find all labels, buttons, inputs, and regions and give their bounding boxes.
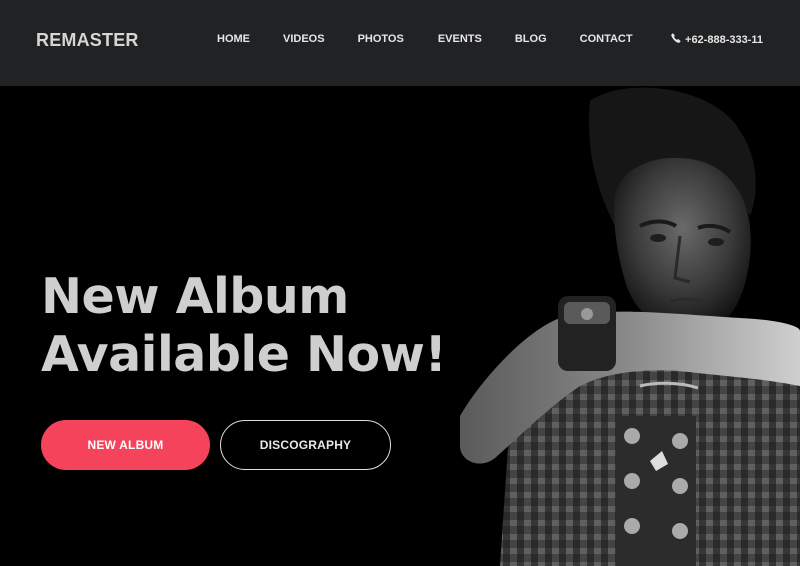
nav-item-events[interactable]: EVENTS xyxy=(438,33,482,45)
nav-item-photos[interactable]: PHOTOS xyxy=(358,33,404,45)
nav-item-blog[interactable]: BLOG xyxy=(515,33,547,45)
site-header: REMASTER HOME VIDEOS PHOTOS EVENTS BLOG … xyxy=(0,0,800,86)
phone-number: +62-888-333-11 xyxy=(685,33,763,46)
site-logo[interactable]: REMASTER xyxy=(36,30,139,51)
main-nav: HOME VIDEOS PHOTOS EVENTS BLOG CONTACT xyxy=(217,33,633,45)
phone-icon xyxy=(671,33,681,46)
discography-button[interactable]: DISCOGRAPHY xyxy=(220,420,391,470)
nav-item-contact[interactable]: CONTACT xyxy=(580,33,633,45)
new-album-button[interactable]: NEW ALBUM xyxy=(41,420,210,470)
headline-line-2: Available Now! xyxy=(41,326,447,383)
hero-section: New Album Available Now! NEW ALBUM DISCO… xyxy=(0,86,800,566)
hero-photo xyxy=(440,86,800,566)
nav-item-videos[interactable]: VIDEOS xyxy=(283,33,325,45)
phone-link[interactable]: +62-888-333-11 xyxy=(671,33,763,46)
nav-item-home[interactable]: HOME xyxy=(217,33,250,45)
hero-headline: New Album Available Now! xyxy=(41,268,461,384)
headline-line-1: New Album xyxy=(41,268,349,325)
